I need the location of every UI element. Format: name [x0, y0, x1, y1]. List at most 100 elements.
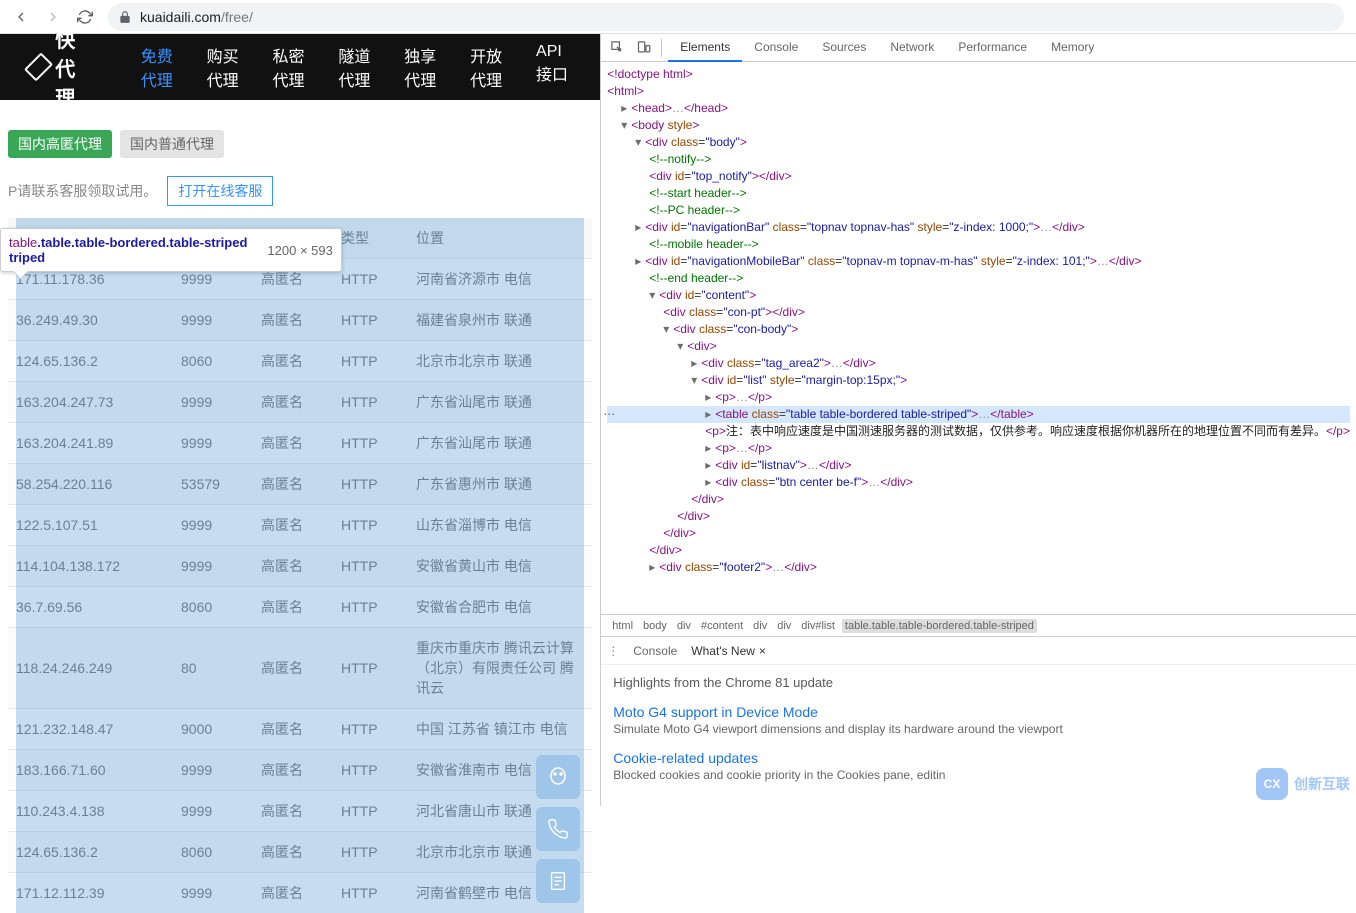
table-row: 183.166.71.609999高匿名HTTP安徽省淮南市 电信 — [8, 750, 592, 791]
tab-performance[interactable]: Performance — [946, 34, 1039, 62]
table-row: 36.7.69.568060高匿名HTTP安徽省合肥市 电信 — [8, 587, 592, 628]
table-cell: HTTP — [333, 546, 408, 587]
dom-tree[interactable]: <!doctype html> <html> ▸<head>…</head> ▾… — [601, 62, 1356, 614]
table-cell: 中国 江苏省 镇江市 电信 — [408, 709, 592, 750]
table-cell: HTTP — [333, 628, 408, 709]
tab-normal[interactable]: 国内普通代理 — [120, 130, 224, 158]
logo-mark-icon — [24, 52, 53, 81]
table-cell: 9000 — [173, 709, 253, 750]
table-cell: 163.204.241.89 — [8, 423, 173, 464]
nav-private-proxy[interactable]: 私密代理 — [273, 43, 311, 91]
table-row: 110.243.4.1389999高匿名HTTP河北省唐山市 联通 — [8, 791, 592, 832]
table-cell: HTTP — [333, 464, 408, 505]
table-cell: 广东省惠州市 联通 — [408, 464, 592, 505]
whatsnew-title-2[interactable]: Cookie-related updates — [613, 750, 1344, 766]
doc-icon[interactable] — [536, 859, 580, 903]
table-cell: 9999 — [173, 750, 253, 791]
table-cell: HTTP — [333, 300, 408, 341]
table-cell: 53579 — [173, 464, 253, 505]
tab-memory[interactable]: Memory — [1039, 34, 1106, 62]
table-cell: 9999 — [173, 300, 253, 341]
table-cell: 183.166.71.60 — [8, 750, 173, 791]
table-cell: 福建省泉州市 联通 — [408, 300, 592, 341]
phone-icon[interactable] — [536, 807, 580, 851]
table-cell: 8060 — [173, 587, 253, 628]
table-cell: 高匿名 — [253, 709, 333, 750]
open-chat-button[interactable]: 打开在线客服 — [167, 176, 273, 206]
nav-open-proxy[interactable]: 开放代理 — [470, 43, 508, 91]
table-cell: 高匿名 — [253, 628, 333, 709]
table-cell: HTTP — [333, 750, 408, 791]
table-cell: 高匿名 — [253, 423, 333, 464]
table-cell: HTTP — [333, 587, 408, 628]
table-cell: HTTP — [333, 791, 408, 832]
table-cell: 高匿名 — [253, 832, 333, 873]
devtools-toolbar: Elements Console Sources Network Perform… — [601, 34, 1356, 62]
inspect-element-icon[interactable] — [605, 36, 629, 60]
kebab-menu-icon[interactable]: ⋮ — [607, 644, 619, 658]
nav-buy-proxy[interactable]: 购买代理 — [207, 43, 245, 91]
device-mode-icon[interactable] — [631, 36, 655, 60]
dom-breadcrumb[interactable]: html body div #content div div div#list … — [601, 614, 1356, 636]
table-cell: 高匿名 — [253, 382, 333, 423]
table-cell: 58.254.220.116 — [8, 464, 173, 505]
table-cell: HTTP — [333, 341, 408, 382]
table-cell: 9999 — [173, 505, 253, 546]
table-cell: 高匿名 — [253, 587, 333, 628]
back-button[interactable] — [12, 8, 30, 26]
url-text: kuaidaili.com/free/ — [140, 9, 253, 25]
table-cell: 安徽省合肥市 电信 — [408, 587, 592, 628]
whatsnew-title-1[interactable]: Moto G4 support in Device Mode — [613, 704, 1344, 720]
table-row: 36.249.49.309999高匿名HTTP福建省泉州市 联通 — [8, 300, 592, 341]
table-cell: 171.12.112.39 — [8, 873, 173, 913]
table-cell: 80 — [173, 628, 253, 709]
table-cell: 河南省济源市 电信 — [408, 259, 592, 300]
drawer-tab-console[interactable]: Console — [633, 644, 677, 658]
close-icon[interactable]: × — [759, 644, 766, 658]
table-cell: 114.104.138.172 — [8, 546, 173, 587]
nav-tunnel-proxy[interactable]: 隧道代理 — [338, 43, 376, 91]
table-cell: 9999 — [173, 382, 253, 423]
tab-sources[interactable]: Sources — [810, 34, 878, 62]
table-row: 163.204.247.739999高匿名HTTP广东省汕尾市 联通 — [8, 382, 592, 423]
table-cell: 9999 — [173, 546, 253, 587]
table-cell: 36.7.69.56 — [8, 587, 173, 628]
tab-high-anon[interactable]: 国内高匿代理 — [8, 130, 112, 158]
proxy-type-tabs: 国内高匿代理 国内普通代理 — [8, 130, 592, 158]
tab-network[interactable]: Network — [878, 34, 946, 62]
table-cell: 高匿名 — [253, 750, 333, 791]
table-cell: 重庆市重庆市 腾讯云计算（北京）有限责任公司 腾讯云 — [408, 628, 592, 709]
table-row: 121.232.148.479000高匿名HTTP中国 江苏省 镇江市 电信 — [8, 709, 592, 750]
table-cell: HTTP — [333, 259, 408, 300]
table-cell: 124.65.136.2 — [8, 341, 173, 382]
devtools-tabs: Elements Console Sources Network Perform… — [668, 34, 1106, 62]
table-cell: HTTP — [333, 505, 408, 546]
table-cell: 118.24.246.249 — [8, 628, 173, 709]
drawer-tab-whatsnew[interactable]: What's New × — [691, 644, 766, 658]
table-cell: 北京市北京市 联通 — [408, 341, 592, 382]
nav-api[interactable]: API接口 — [536, 43, 570, 91]
table-cell: 110.243.4.138 — [8, 791, 173, 832]
nav-free-proxy[interactable]: 免费代理 — [141, 43, 179, 91]
table-cell: HTTP — [333, 873, 408, 913]
table-cell: 124.65.136.2 — [8, 832, 173, 873]
address-bar[interactable]: kuaidaili.com/free/ — [108, 3, 1344, 31]
tab-console[interactable]: Console — [742, 34, 810, 62]
lock-icon — [118, 10, 132, 24]
table-row: 114.104.138.1729999高匿名HTTP安徽省黄山市 电信 — [8, 546, 592, 587]
qq-chat-icon[interactable] — [536, 755, 580, 799]
tab-elements[interactable]: Elements — [668, 34, 742, 62]
table-cell: 9999 — [173, 873, 253, 913]
table-row: 118.24.246.24980高匿名HTTP重庆市重庆市 腾讯云计算（北京）有… — [8, 628, 592, 709]
nav-exclusive-proxy[interactable]: 独享代理 — [404, 43, 442, 91]
table-row: 124.65.136.28060高匿名HTTP北京市北京市 联通 — [8, 341, 592, 382]
table-cell: 36.249.49.30 — [8, 300, 173, 341]
table-cell: 8060 — [173, 341, 253, 382]
table-cell: 高匿名 — [253, 791, 333, 832]
brand-text: 快代理 — [55, 24, 95, 111]
main-nav: 免费代理 购买代理 私密代理 隧道代理 独享代理 开放代理 API接口 — [141, 43, 570, 91]
table-row: 58.254.220.11653579高匿名HTTP广东省惠州市 联通 — [8, 464, 592, 505]
table-cell: 高匿名 — [253, 873, 333, 913]
col-header-type: 类型 — [333, 218, 408, 259]
site-logo[interactable]: 快代理 — [30, 24, 95, 111]
